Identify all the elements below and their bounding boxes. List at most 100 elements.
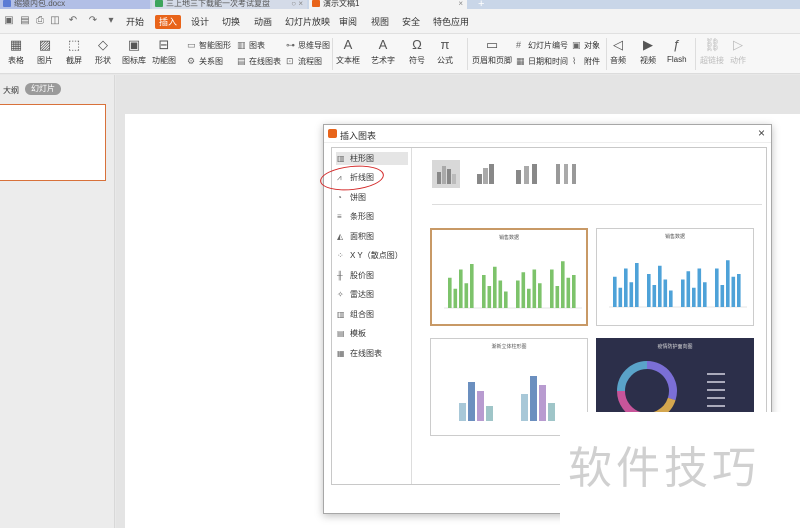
legend-item bbox=[707, 389, 725, 391]
add-tab-button[interactable]: + bbox=[478, 0, 484, 9]
document-tab-bar: 缩猿内包.docx 三上地三下载能一次考试复盘 ○ × 演示文稿1 × + bbox=[0, 0, 800, 9]
chart-button[interactable]: ▥ 图表 bbox=[237, 40, 265, 51]
textbox-button[interactable]: A 文本框 bbox=[336, 38, 360, 66]
menu-transition[interactable]: 切换 bbox=[222, 15, 240, 29]
close-icon[interactable]: ○ × bbox=[291, 0, 303, 8]
hyperlink-button[interactable]: ⛓ 超链接 bbox=[700, 38, 724, 66]
category-radar[interactable]: ✧ 雷达图 bbox=[336, 288, 408, 301]
thumbnail-bar bbox=[681, 279, 685, 307]
category-pie[interactable]: ◔ 饼图 bbox=[336, 191, 408, 204]
tab-document-3[interactable]: 演示文稿1 × bbox=[309, 0, 467, 9]
category-column[interactable]: ▥ 柱形图 bbox=[336, 152, 408, 165]
header-footer-button[interactable]: ▭ 页眉和页脚 bbox=[472, 38, 512, 66]
export-pdf-icon[interactable]: ▤ bbox=[20, 16, 30, 26]
menu-design[interactable]: 设计 bbox=[191, 15, 209, 29]
tab-document-2[interactable]: 三上地三下载能一次考试复盘 ○ × bbox=[152, 0, 307, 9]
menu-slideshow[interactable]: 幻灯片放映 bbox=[285, 15, 330, 29]
header-footer-icon: ▭ bbox=[485, 37, 499, 52]
divider bbox=[606, 38, 607, 70]
category-stock[interactable]: ╫ 股价图 bbox=[336, 269, 408, 282]
menu-review[interactable]: 审阅 bbox=[339, 15, 357, 29]
pie-chart-icon: ◔ bbox=[337, 193, 342, 202]
audio-button[interactable]: ◁ 音频 bbox=[610, 38, 626, 66]
preview-icon[interactable]: ◫ bbox=[50, 16, 60, 26]
chevron-down-icon[interactable]: ▾ bbox=[106, 16, 116, 26]
link-icon: ⛓ bbox=[704, 37, 721, 52]
online-chart-button[interactable]: ▤ 在线图表 bbox=[237, 56, 281, 67]
tab-label: 缩猿内包.docx bbox=[14, 0, 66, 8]
save-icon[interactable]: ▣ bbox=[4, 16, 14, 26]
action-button[interactable]: ▷ 动作 bbox=[730, 38, 746, 66]
close-icon[interactable]: × bbox=[458, 0, 463, 8]
outline-tab[interactable]: 大纲 bbox=[3, 85, 19, 96]
video-button[interactable]: ▶ 视频 bbox=[640, 38, 656, 66]
symbol-button[interactable]: Ω 符号 bbox=[409, 38, 425, 66]
picture-icon: ▨ bbox=[38, 37, 52, 52]
divider bbox=[432, 204, 762, 205]
menu-insert[interactable]: 插入 bbox=[155, 15, 182, 29]
clustered-column-icon bbox=[437, 166, 456, 184]
category-template[interactable]: ▤ 模板 bbox=[336, 327, 408, 340]
table-button[interactable]: ▦ 表格 bbox=[8, 38, 24, 66]
flowchart-button[interactable]: ⊡ 流程图 bbox=[286, 56, 322, 67]
icon-library-button[interactable]: ▣ 图标库 bbox=[122, 38, 146, 66]
relation-chart-button[interactable]: ⚙ 关系图 bbox=[187, 56, 223, 67]
flash-button[interactable]: ƒ Flash bbox=[667, 38, 687, 65]
datetime-button[interactable]: ▦ 日期和时间 bbox=[516, 56, 568, 67]
template-icon: ▤ bbox=[337, 329, 345, 338]
function-chart-icon: ⊟ bbox=[158, 37, 170, 52]
thumbnail-bar bbox=[618, 287, 623, 307]
smart-shape-button[interactable]: ▭ 智能图形 bbox=[187, 40, 231, 51]
clustered-column-option[interactable] bbox=[432, 160, 460, 188]
thumbnail-bar bbox=[453, 288, 458, 308]
chart-preview-blue[interactable]: 销售数据 bbox=[596, 228, 754, 326]
stacked-column-option[interactable] bbox=[472, 160, 500, 188]
mindmap-button[interactable]: ⊶ 思维导图 bbox=[286, 40, 330, 51]
category-bar[interactable]: ≡ 条形图 bbox=[336, 210, 408, 223]
tab-document-1[interactable]: 缩猿内包.docx bbox=[0, 0, 150, 9]
icon-library-icon: ▣ bbox=[127, 37, 141, 52]
thumbnail-bar bbox=[530, 376, 537, 421]
relation-icon: ⚙ bbox=[187, 56, 196, 66]
slides-tab[interactable]: 幻灯片 bbox=[25, 83, 61, 95]
chart-category-list: ▥ 柱形图 ⩘ 折线图 ◔ 饼图 ≡ 条形图 ◭ 面积图 ⁘ X Y（散点图） ╫ 股价图 ✧… bbox=[332, 148, 412, 484]
category-online[interactable]: ▦ 在线图表 bbox=[336, 347, 408, 360]
category-area[interactable]: ◭ 面积图 bbox=[336, 230, 408, 243]
art-text-button[interactable]: A 艺术字 bbox=[371, 38, 395, 66]
undo-icon[interactable]: ↶ bbox=[68, 16, 78, 26]
menu-home[interactable]: 开始 bbox=[126, 15, 144, 29]
slide-thumbnail[interactable] bbox=[0, 104, 106, 181]
menu-special[interactable]: 特色应用 bbox=[433, 15, 469, 29]
thumbnail-bar bbox=[647, 274, 651, 307]
3d-column-option[interactable] bbox=[552, 160, 580, 188]
column-chart-icon: ▥ bbox=[337, 154, 345, 163]
thumbnail-bar bbox=[539, 385, 546, 421]
attachment-button[interactable]: ⌇ 附件 bbox=[572, 56, 600, 67]
category-combo[interactable]: ▥ 组合图 bbox=[336, 308, 408, 321]
redo-icon[interactable]: ↷ bbox=[88, 16, 98, 26]
art-text-icon: A bbox=[378, 37, 388, 52]
menu-view[interactable]: 视图 bbox=[371, 15, 389, 29]
slide-number-button[interactable]: # 幻灯片编号 bbox=[516, 40, 568, 51]
divider bbox=[332, 38, 333, 70]
close-button[interactable]: × bbox=[758, 127, 765, 139]
formula-button[interactable]: π 公式 bbox=[437, 38, 453, 66]
percent-stacked-column-option[interactable] bbox=[512, 160, 540, 188]
menu-animation[interactable]: 动画 bbox=[254, 15, 272, 29]
chart-preview-green[interactable]: 销售数据 bbox=[430, 228, 588, 326]
thumbnail-bar bbox=[459, 269, 463, 308]
thumbnail-bar bbox=[731, 276, 736, 307]
dialog-title-bar[interactable]: 插入图表 × bbox=[324, 125, 771, 143]
shape-button[interactable]: ◇ 形状 bbox=[95, 38, 111, 66]
object-button[interactable]: ▣ 对象 bbox=[572, 40, 600, 51]
print-icon[interactable]: ⎙ bbox=[35, 16, 45, 26]
menu-security[interactable]: 安全 bbox=[402, 15, 420, 29]
thumbnail-bar bbox=[470, 264, 474, 308]
thumbnail-bar bbox=[692, 287, 696, 307]
category-scatter[interactable]: ⁘ X Y（散点图） bbox=[336, 249, 408, 262]
screenshot-button[interactable]: ⬚ 截屏 bbox=[66, 38, 82, 66]
picture-button[interactable]: ▨ 图片 bbox=[37, 38, 53, 66]
function-chart-button[interactable]: ⊟ 功能图 bbox=[152, 38, 176, 66]
thumbnail-bar bbox=[703, 282, 707, 307]
thumbnail-bar bbox=[486, 406, 493, 421]
